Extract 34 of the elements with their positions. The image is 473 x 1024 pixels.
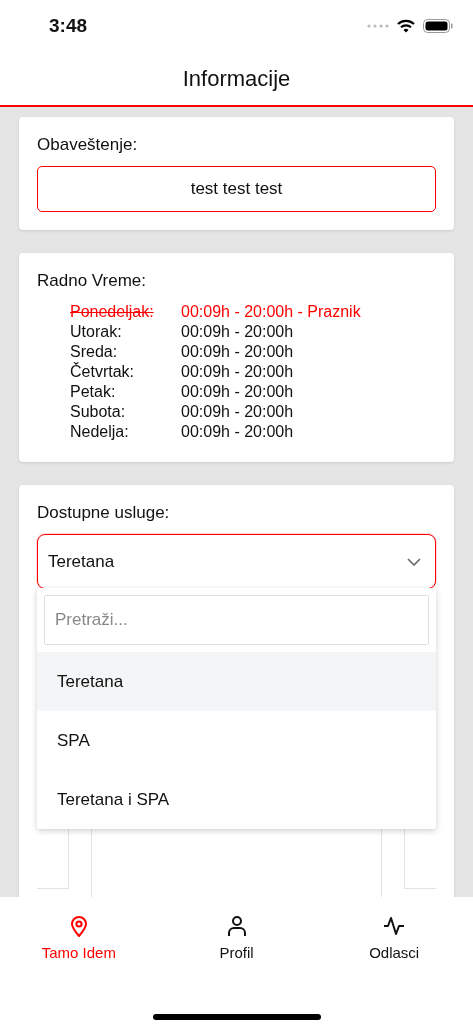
search-field[interactable]: Pretraži... [44,595,429,645]
day-name: Nedelja: [70,422,129,442]
tab-item[interactable]: Tamo Idem [0,915,158,975]
day-hours: 00:09h - 20:00h [181,402,294,422]
activity-icon [383,915,406,937]
day-hours: 00:09h - 20:00h [181,322,294,342]
day-name: Ponedeljak: [70,302,154,322]
day-name: Sreda: [70,342,118,362]
tab-item[interactable]: Odlasci [315,915,473,975]
status-time: 3:48 [49,15,88,37]
dropdown-option[interactable]: Teretana i SPA [37,770,436,829]
day-name: Petak: [70,382,116,402]
chevron-down-icon [407,557,421,566]
notice-label: Obaveštenje: [37,135,139,155]
day-hours: 00:09h - 20:00h [181,342,294,362]
day-hours: 00:09h - 20:00h [181,422,294,442]
day-hours: 00:09h - 20:00h - Praznik [181,302,361,322]
day-hours: 00:09h - 20:00h [181,362,294,382]
day-name: Četvrtak: [70,362,134,382]
day-name: Utorak: [70,322,122,342]
wifi-icon [397,19,415,33]
dropdown-option[interactable]: SPA [37,711,436,770]
dropdown-option[interactable]: Teretana [37,652,436,711]
services-label: Dostupne usluge: [37,503,171,523]
tab-item[interactable]: Profil [157,915,316,975]
person-icon [225,915,248,937]
hours-label: Radno Vreme: [37,271,147,291]
day-name: Subota: [70,402,126,422]
screen-title: Informacije [182,65,291,92]
notice-text: test test test [37,166,436,212]
battery-icon [423,19,453,33]
service-dropdown[interactable]: Teretana [37,534,436,589]
day-hours: 00:09h - 20:00h [181,382,294,402]
signal-icon [367,23,389,29]
